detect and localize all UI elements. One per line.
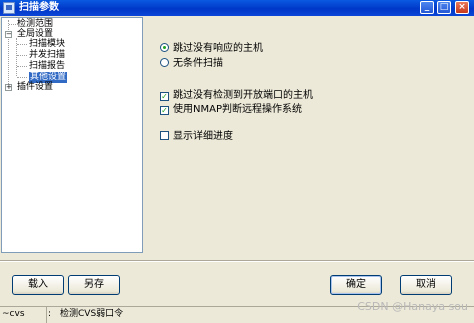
status-message: 检测CVS弱口令 <box>60 309 124 319</box>
radio-unconditional-scan[interactable]: 无条件扫描 <box>160 58 223 70</box>
load-button[interactable]: 载入 <box>12 275 64 295</box>
minimize-button[interactable]: _ <box>420 1 434 14</box>
radio-skip-unresponsive[interactable]: 跳过没有响应的主机 <box>160 43 263 55</box>
app-icon <box>3 2 15 14</box>
checkbox-use-nmap[interactable]: ✓ 使用NMAP判断远程操作系统 <box>160 104 302 116</box>
status-left: ~cvs <box>0 307 47 323</box>
checkbox-unchecked-icon[interactable] <box>160 131 169 140</box>
checkbox-nmap-label: 使用NMAP判断远程操作系统 <box>173 104 302 115</box>
status-colon: : <box>48 309 52 319</box>
radio-skip-label: 跳过没有响应的主机 <box>173 43 263 54</box>
cancel-button[interactable]: 取消 <box>400 275 452 295</box>
settings-tree[interactable]: 检测范围 − 全局设置 扫描模块 并发扫描 扫描报告 其他设置 + 插件设置 <box>1 17 143 253</box>
checkbox-checked-icon[interactable]: ✓ <box>160 106 169 115</box>
tree-branch-line <box>17 66 27 67</box>
tree-branch-line <box>17 55 27 56</box>
radio-unconditional-label: 无条件扫描 <box>173 58 223 69</box>
tree-item-plugin-settings[interactable]: 插件设置 <box>17 82 53 93</box>
tree-branch-line <box>17 77 27 78</box>
ok-button[interactable]: 确定 <box>330 275 382 295</box>
radio-on-icon[interactable] <box>160 43 169 52</box>
close-button[interactable]: × <box>455 1 469 14</box>
checkbox-checked-icon[interactable]: ✓ <box>160 92 169 101</box>
radio-off-icon[interactable] <box>160 58 169 67</box>
checkbox-skip-no-open-ports[interactable]: ✓ 跳过没有检测到开放端口的主机 <box>160 90 313 102</box>
bottom-divider <box>0 260 474 262</box>
tree-item-scan-report[interactable]: 扫描报告 <box>29 61 65 72</box>
checkbox-show-progress[interactable]: 显示详细进度 <box>160 131 233 143</box>
expand-icon[interactable]: + <box>5 84 12 91</box>
tree-item-concurrent-scan[interactable]: 并发扫描 <box>29 50 65 61</box>
watermark: CSDN @Hanaya sou <box>357 300 468 313</box>
collapse-icon[interactable]: − <box>5 31 12 38</box>
tree-branch-line <box>17 44 27 45</box>
tree-branch-line <box>9 24 16 25</box>
other-settings-panel: 跳过没有响应的主机 无条件扫描 ✓ 跳过没有检测到开放端口的主机 ✓ 使用NMAP判… <box>143 17 473 253</box>
checkbox-skip-ports-label: 跳过没有检测到开放端口的主机 <box>173 90 313 101</box>
scan-params-window: 扫描参数 _ □ × 检测范围 − 全局设置 扫描模块 并发扫描 扫描报告 其他… <box>0 0 474 323</box>
maximize-button[interactable]: □ <box>437 1 451 14</box>
tree-item-scan-modules[interactable]: 扫描模块 <box>29 39 65 50</box>
window-title: 扫描参数 <box>19 2 59 13</box>
checkbox-progress-label: 显示详细进度 <box>173 131 233 142</box>
save-as-button[interactable]: 另存 <box>68 275 120 295</box>
title-bar[interactable]: 扫描参数 _ □ × <box>0 0 474 16</box>
